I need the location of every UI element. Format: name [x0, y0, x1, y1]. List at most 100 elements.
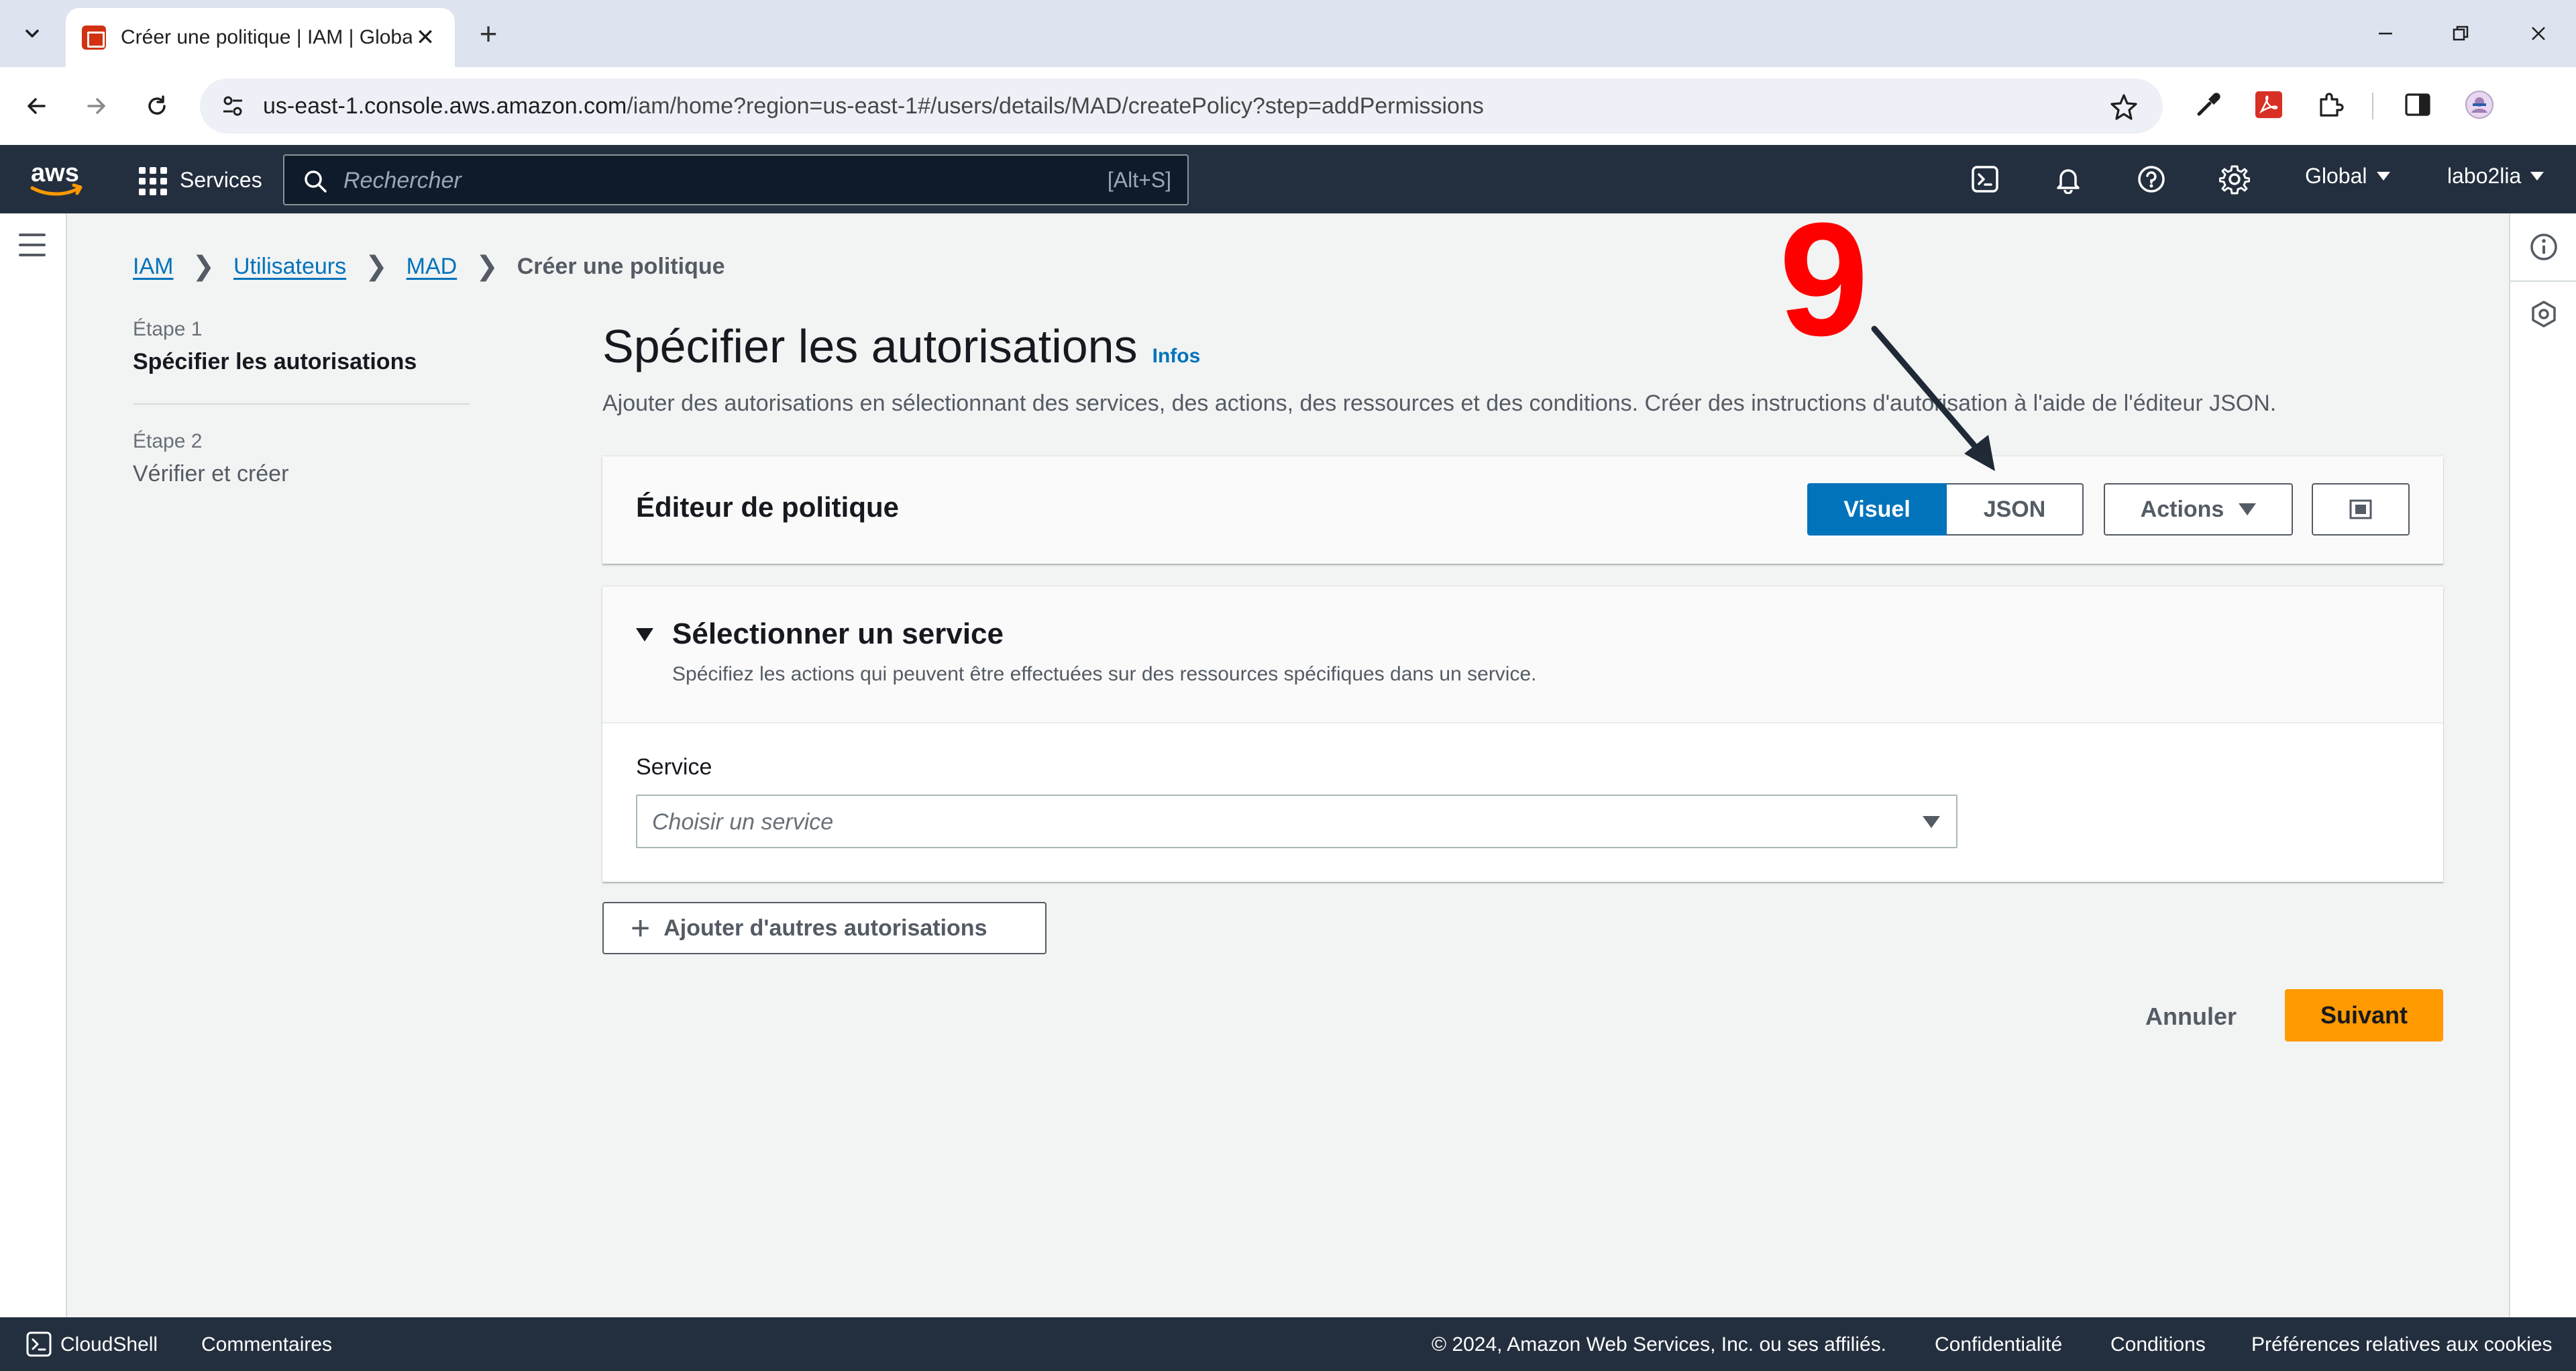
next-button[interactable]: Suivant	[2285, 989, 2443, 1042]
caret-down-icon	[2530, 172, 2544, 181]
tab-search-button[interactable]	[15, 16, 50, 51]
feedback-link[interactable]: Commentaires	[201, 1333, 332, 1356]
account-menu[interactable]: labo2lia	[2447, 164, 2544, 189]
select-service-title: Sélectionner un service	[672, 617, 1004, 650]
fullscreen-icon	[2349, 499, 2372, 519]
toolbar-divider	[2372, 93, 2373, 119]
services-menu-button[interactable]: Services	[137, 162, 262, 197]
extensions-puzzle-icon[interactable]	[2312, 86, 2349, 123]
tab-title: Créer une politique | IAM | Global	[121, 26, 412, 48]
policy-editor-title: Éditeur de politique	[636, 491, 900, 523]
help-button[interactable]	[2133, 161, 2169, 197]
annotation-step-number: 9	[1779, 189, 1869, 369]
search-placeholder: Rechercher	[343, 168, 462, 193]
terms-link[interactable]: Conditions	[2110, 1333, 2206, 1356]
svg-text:aws: aws	[31, 159, 79, 187]
cancel-button[interactable]: Annuler	[2131, 991, 2251, 1043]
step-2: Étape 2 Vérifier et créer	[133, 430, 470, 487]
eyedropper-extension-icon[interactable]	[2190, 86, 2227, 123]
add-permissions-label: Ajouter d'autres autorisations	[663, 915, 987, 941]
cloudshell-icon	[26, 1331, 52, 1357]
restore-button[interactable]	[2440, 13, 2481, 54]
privacy-link[interactable]: Confidentialité	[1935, 1333, 2062, 1356]
chevron-right-icon: ❯	[192, 252, 215, 281]
add-permissions-button[interactable]: + Ajouter d'autres autorisations	[602, 902, 1046, 954]
step-1-number: Étape 1	[133, 318, 203, 340]
chevron-right-icon: ❯	[365, 252, 388, 281]
forward-button[interactable]	[76, 86, 117, 126]
service-field-label: Service	[636, 754, 712, 780]
browser-tab-active[interactable]: Créer une politique | IAM | Global ✕	[66, 8, 455, 67]
region-label: Global	[2305, 164, 2367, 188]
tab-close-icon[interactable]: ✕	[412, 24, 439, 51]
bookmark-star-icon[interactable]	[2109, 92, 2139, 121]
step-1-label: Spécifier les autorisations	[133, 349, 417, 374]
select-service-subtitle: Spécifiez les actions qui peuvent être e…	[672, 663, 1537, 685]
select-service-header[interactable]: Sélectionner un service Spécifiez les ac…	[602, 587, 2443, 723]
right-tools-rail	[2509, 213, 2576, 1317]
search-input[interactable]: Rechercher [Alt+S]	[283, 154, 1189, 205]
breadcrumb-iam[interactable]: IAM	[133, 254, 173, 280]
step-1: Étape 1 Spécifier les autorisations	[133, 318, 470, 375]
select-service-panel: Sélectionner un service Spécifiez les ac…	[602, 587, 2443, 882]
back-button[interactable]	[16, 86, 56, 126]
editor-mode-toggle: Visuel JSON	[1807, 483, 2084, 536]
restore-icon	[2453, 26, 2469, 41]
hamburger-menu-icon[interactable]	[19, 234, 46, 256]
arrow-right-icon	[87, 98, 105, 114]
minimize-button[interactable]	[2365, 13, 2406, 54]
bell-icon	[2057, 169, 2080, 194]
copyright-text: © 2024, Amazon Web Services, Inc. ou ses…	[1432, 1333, 1887, 1356]
help-icon	[2138, 166, 2165, 193]
region-selector[interactable]: Global	[2305, 164, 2390, 189]
breadcrumb-user-mad[interactable]: MAD	[407, 254, 458, 280]
breadcrumb: IAM ❯ Utilisateurs ❯ MAD ❯ Créer une pol…	[133, 251, 725, 282]
breadcrumb-users[interactable]: Utilisateurs	[233, 254, 346, 280]
left-navigation-rail	[0, 213, 67, 1317]
hexagon-icon	[2532, 301, 2556, 327]
actions-dropdown-button[interactable]: Actions	[2104, 483, 2293, 536]
wizard-steps: Étape 1 Spécifier les autorisations Étap…	[133, 318, 470, 487]
visual-mode-button[interactable]: Visuel	[1807, 483, 1947, 536]
json-mode-button[interactable]: JSON	[1947, 483, 2084, 536]
info-icon	[2530, 234, 2557, 260]
info-link[interactable]: Infos	[1152, 345, 1201, 368]
search-icon	[305, 170, 327, 193]
expand-caret-icon	[636, 628, 653, 642]
arrow-left-icon	[28, 98, 46, 114]
aws-console-header: aws Services Rechercher [Alt+S] Global l…	[0, 145, 2576, 213]
plus-icon: +	[631, 909, 651, 947]
amazon-q-button[interactable]	[2528, 298, 2560, 330]
address-bar[interactable]: us-east-1.console.aws.amazon.com/iam/hom…	[200, 79, 2163, 134]
search-shortcut: [Alt+S]	[1107, 168, 1171, 192]
url-text[interactable]: us-east-1.console.aws.amazon.com/iam/hom…	[263, 93, 1484, 119]
page-description: Ajouter des autorisations en sélectionna…	[602, 391, 2277, 416]
chevron-down-icon	[25, 30, 39, 38]
chevron-right-icon: ❯	[476, 252, 498, 281]
url-path: /iam/home?region=us-east-1#/users/detail…	[627, 93, 1484, 119]
step-2-number: Étape 2	[133, 430, 203, 452]
info-panel-button[interactable]	[2528, 231, 2560, 263]
cloudshell-header-button[interactable]	[1967, 161, 2003, 197]
notifications-button[interactable]	[2050, 161, 2086, 197]
settings-button[interactable]	[2216, 161, 2253, 197]
service-select[interactable]: Choisir un service	[636, 795, 1957, 848]
cloudshell-link[interactable]: CloudShell	[60, 1333, 158, 1356]
close-window-button[interactable]	[2518, 13, 2559, 54]
new-tab-button[interactable]: +	[470, 15, 507, 52]
pdf-extension-icon[interactable]	[2250, 86, 2288, 123]
cookie-preferences-link[interactable]: Préférences relatives aux cookies	[2251, 1333, 2553, 1356]
aws-logo[interactable]: aws	[28, 157, 85, 201]
browser-tab-bar: Créer une politique | IAM | Global ✕ +	[0, 0, 2576, 67]
url-host: us-east-1.console.aws.amazon.com	[263, 93, 627, 119]
page-title: Spécifier les autorisations Infos	[602, 319, 1200, 373]
reload-button[interactable]	[137, 86, 177, 126]
step-divider	[133, 403, 470, 405]
actions-label: Actions	[2140, 496, 2224, 522]
fullscreen-button[interactable]	[2312, 483, 2410, 536]
site-settings-icon[interactable]	[217, 91, 248, 121]
gear-icon	[2219, 165, 2250, 195]
profile-avatar-icon[interactable]	[2461, 86, 2498, 123]
side-panel-icon[interactable]	[2399, 86, 2436, 123]
account-label: labo2lia	[2447, 164, 2522, 188]
